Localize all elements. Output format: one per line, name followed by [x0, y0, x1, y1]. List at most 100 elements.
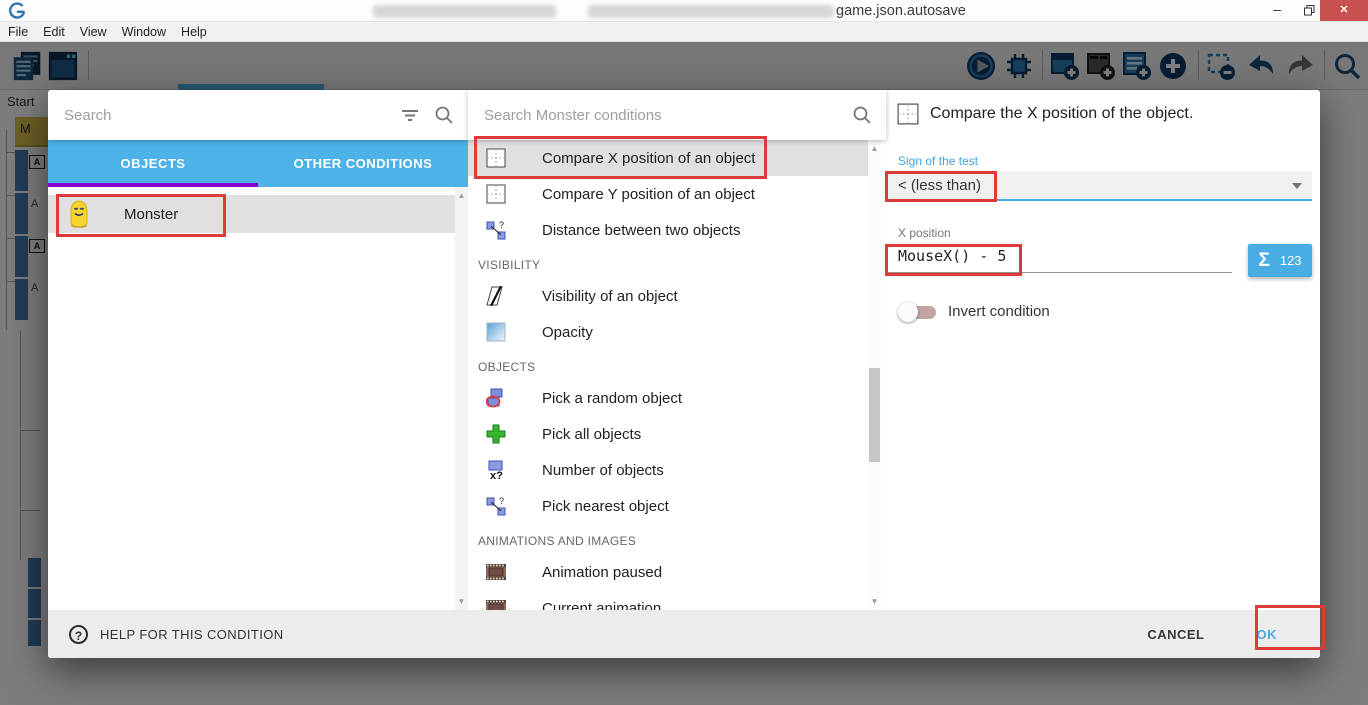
- condition-label: Current animation: [542, 600, 661, 611]
- condition-item-animation-paused[interactable]: Animation paused: [468, 554, 868, 590]
- left-panel-tabs: OBJECTS OTHER CONDITIONS: [48, 140, 468, 187]
- object-label: Monster: [124, 206, 178, 223]
- search-icon[interactable]: [434, 105, 454, 125]
- monster-icon: [68, 200, 90, 228]
- visibility-icon: [484, 285, 508, 307]
- window-title: game.json.autosave: [836, 3, 966, 19]
- condition-item-pick-random[interactable]: Pick a random object: [468, 380, 868, 416]
- redacted-path-text: [588, 5, 834, 18]
- sign-of-test-select[interactable]: < (less than): [888, 171, 1312, 201]
- search-icon[interactable]: [852, 105, 872, 125]
- menu-bar: File Edit View Window Help: [0, 22, 1368, 42]
- condition-label: Pick all objects: [542, 426, 641, 443]
- tab-other-conditions-label: OTHER CONDITIONS: [294, 156, 433, 171]
- condition-parameters-panel: Compare the X position of the object. Si…: [888, 90, 1320, 610]
- title-bar: game.json.autosave – ✕: [0, 0, 1368, 22]
- compare-x-icon: [897, 103, 919, 125]
- condition-item-opacity[interactable]: Opacity: [468, 314, 868, 350]
- object-list: Monster: [48, 187, 468, 610]
- menu-view[interactable]: View: [80, 25, 116, 39]
- restore-icon: [1304, 5, 1315, 16]
- condition-label: Distance between two objects: [542, 222, 740, 239]
- svg-text:x?: x?: [490, 470, 503, 480]
- toggle-thumb: [898, 302, 918, 322]
- tab-objects-label: OBJECTS: [121, 156, 186, 171]
- condition-list-scrollbar[interactable]: ▲ ▼: [868, 140, 881, 610]
- workspace: Start M A A A A: [0, 42, 1368, 705]
- object-item-monster[interactable]: Monster: [48, 195, 455, 233]
- redacted-path-text: [373, 5, 556, 18]
- condition-label: Compare Y position of an object: [542, 186, 755, 203]
- condition-label: Compare X position of an object: [542, 150, 755, 167]
- scroll-down-icon[interactable]: ▼: [868, 597, 881, 606]
- sigma-icon: Σ: [1258, 250, 1269, 272]
- menu-edit[interactable]: Edit: [43, 25, 74, 39]
- condition-section-header: ANIMATIONS AND IMAGES: [468, 524, 868, 554]
- menu-window[interactable]: Window: [122, 25, 175, 39]
- tab-objects[interactable]: OBJECTS: [48, 140, 258, 187]
- condition-label: Visibility of an object: [542, 288, 678, 305]
- tab-other-conditions[interactable]: OTHER CONDITIONS: [258, 140, 468, 187]
- invert-condition-label: Invert condition: [948, 303, 1050, 320]
- object-count-icon: x?: [484, 459, 508, 481]
- x-position-input[interactable]: [888, 242, 1218, 271]
- scroll-up-icon[interactable]: ▲: [868, 144, 881, 153]
- close-button[interactable]: ✕: [1320, 0, 1368, 21]
- condition-search-card: [468, 90, 886, 140]
- current-animation-icon: [484, 597, 508, 610]
- active-tab-indicator: [48, 183, 258, 187]
- condition-description: Compare the X position of the object.: [930, 105, 1193, 123]
- condition-label: Number of objects: [542, 462, 664, 479]
- x-position-label: X position: [898, 226, 951, 240]
- condition-label: Pick nearest object: [542, 498, 669, 515]
- invert-condition-toggle[interactable]: [898, 301, 938, 323]
- sign-of-test-value: < (less than): [898, 177, 981, 194]
- menu-file[interactable]: File: [8, 25, 37, 39]
- numbers-icon: 123: [1280, 253, 1302, 268]
- chevron-down-icon: [1292, 183, 1302, 189]
- help-icon[interactable]: ?: [69, 625, 88, 644]
- condition-search-input[interactable]: [468, 107, 852, 124]
- condition-item-pick-nearest[interactable]: ? Pick nearest object: [468, 488, 868, 524]
- compare-y-icon: [484, 183, 508, 205]
- condition-item-pick-all[interactable]: Pick all objects: [468, 416, 868, 452]
- distance-icon: ?: [484, 219, 508, 241]
- sign-of-test-label: Sign of the test: [898, 154, 978, 168]
- help-for-condition-button[interactable]: HELP FOR THIS CONDITION: [100, 627, 284, 642]
- scrollbar-thumb[interactable]: [869, 368, 880, 462]
- expression-editor-button[interactable]: Σ 123: [1248, 244, 1312, 277]
- pick-random-icon: [484, 387, 508, 409]
- condition-label: Opacity: [542, 324, 593, 341]
- opacity-icon: [484, 321, 508, 343]
- condition-label: Pick a random object: [542, 390, 682, 407]
- gdevelop-logo-icon: [8, 2, 26, 20]
- scroll-down-icon[interactable]: ▼: [455, 597, 468, 606]
- condition-section-header: OBJECTS: [468, 350, 868, 380]
- condition-item-visibility[interactable]: Visibility of an object: [468, 278, 868, 314]
- svg-text:?: ?: [499, 496, 504, 506]
- condition-item-current-animation[interactable]: Current animation: [468, 590, 868, 610]
- condition-label: Animation paused: [542, 564, 662, 581]
- object-search-card: [48, 90, 468, 140]
- scroll-up-icon[interactable]: ▲: [455, 191, 468, 200]
- menu-help[interactable]: Help: [181, 25, 216, 39]
- condition-editor-dialog: OBJECTS OTHER CONDITIONS Monster: [48, 90, 1320, 658]
- pick-all-icon: [484, 423, 508, 445]
- object-search-input[interactable]: [48, 107, 400, 124]
- condition-section-header: VISIBILITY: [468, 248, 868, 278]
- condition-item-distance[interactable]: ? Distance between two objects: [468, 212, 868, 248]
- condition-item-object-count[interactable]: x? Number of objects: [468, 452, 868, 488]
- condition-item-compare-x[interactable]: Compare X position of an object: [468, 140, 868, 176]
- svg-text:?: ?: [499, 220, 504, 230]
- minimize-button[interactable]: –: [1262, 0, 1292, 21]
- object-list-scrollbar[interactable]: ▲ ▼: [455, 187, 468, 610]
- cancel-button[interactable]: CANCEL: [1147, 627, 1204, 642]
- application-window: game.json.autosave – ✕ File Edit View Wi…: [0, 0, 1368, 705]
- dialog-footer: ? HELP FOR THIS CONDITION CANCEL OK: [48, 610, 1320, 658]
- condition-item-compare-y[interactable]: Compare Y position of an object: [468, 176, 868, 212]
- condition-list: Compare X position of an object Compare …: [468, 140, 868, 610]
- ok-button[interactable]: OK: [1257, 627, 1278, 642]
- pick-nearest-icon: ?: [484, 495, 508, 517]
- filter-icon[interactable]: [400, 105, 420, 125]
- compare-x-icon: [484, 147, 508, 169]
